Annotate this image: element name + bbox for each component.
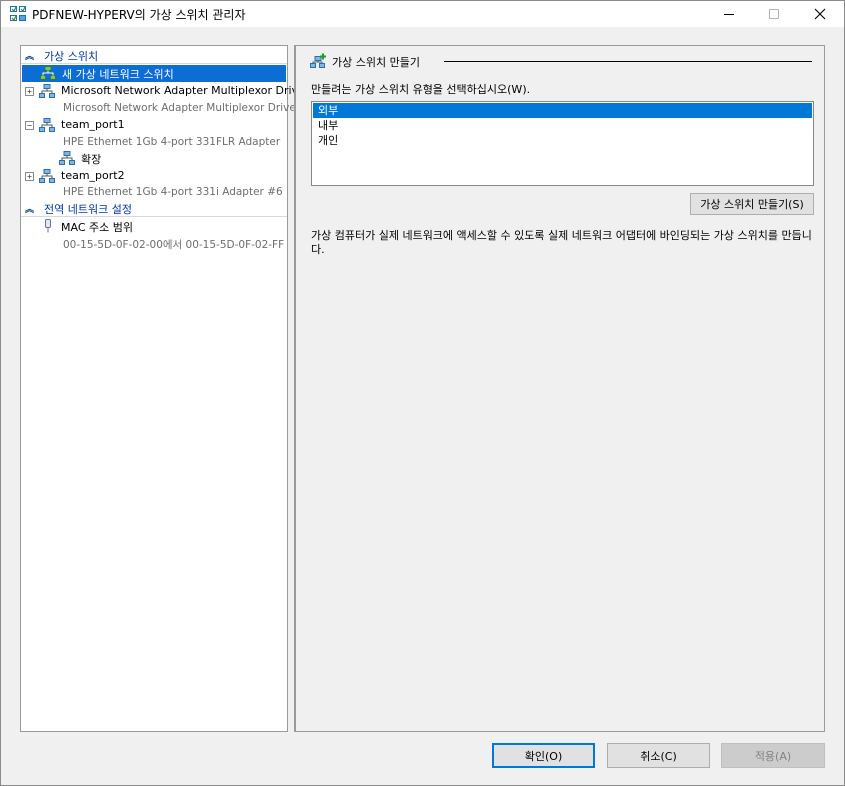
tree-item-switch[interactable]: − team_port1 [21, 117, 287, 134]
cancel-button[interactable]: 취소(C) [607, 743, 710, 768]
group-title: 가상 스위치 만들기 [332, 56, 420, 69]
switch-type-option-external[interactable]: 외부 [313, 103, 812, 118]
maximize-icon [769, 9, 779, 19]
section-divider [21, 63, 287, 64]
maximize-button[interactable] [751, 1, 797, 27]
switch-type-listbox[interactable]: 외부 내부 개인 [311, 101, 814, 186]
tree-item-label: 새 가상 네트워크 스위치 [62, 68, 174, 81]
switch-name: team_port2 [61, 169, 125, 182]
details-panel: 가상 스위치 만들기 만들려는 가상 스위치 유형을 선택하십시오(W). 외부… [294, 45, 825, 732]
tree-item-adapter: HPE Ethernet 1Gb 4-port 331FLR Adapter [21, 134, 287, 151]
close-icon [814, 8, 826, 20]
adapter-name: HPE Ethernet 1Gb 4-port 331i Adapter #6 [63, 186, 283, 198]
switch-type-option-private[interactable]: 개인 [313, 133, 812, 148]
title-bar: PDFNEW-HYPERV의 가상 스위치 관리자 [1, 1, 844, 27]
section-header-label: 가상 스위치 [44, 50, 99, 63]
switch-name: Microsoft Network Adapter Multiplexor Dr… [61, 84, 310, 97]
section-header-label: 전역 네트워크 설정 [44, 203, 132, 216]
tree-item-adapter: HPE Ethernet 1Gb 4-port 331i Adapter #6 [21, 184, 287, 201]
section-header-global-network-settings[interactable]: ︽ 전역 네트워크 설정 [21, 200, 287, 217]
tree-item-switch[interactable]: + team_port2 [21, 168, 287, 185]
switch-type-option-internal[interactable]: 내부 [313, 118, 812, 133]
ok-button[interactable]: 확인(O) [492, 743, 595, 768]
expand-icon[interactable]: + [25, 172, 34, 181]
mac-range-value: 00-15-5D-0F-02-00에서 00-15-5D-0F-02-FF [63, 239, 285, 251]
window-title: PDFNEW-HYPERV의 가상 스위치 관리자 [32, 8, 246, 22]
group-divider [444, 61, 812, 62]
minimize-button[interactable] [706, 1, 752, 27]
switch-manager-icon [10, 6, 26, 21]
collapse-section-icon[interactable]: ︽ [25, 49, 34, 62]
collapse-icon[interactable]: − [25, 121, 34, 130]
add-switch-icon [310, 53, 326, 68]
create-virtual-switch-button[interactable]: 가상 스위치 만들기(S) [690, 193, 814, 215]
network-switch-icon [39, 84, 55, 98]
tree-item-mac-range[interactable]: MAC 주소 범위 [21, 218, 287, 235]
apply-button[interactable]: 적용(A) [721, 743, 825, 768]
section-divider [21, 216, 287, 217]
settings-tree[interactable]: ︽ 가상 스위치 새 가상 네트워크 스위치 + Microsoft Netwo… [20, 45, 309, 732]
network-switch-icon [39, 169, 55, 183]
mac-range-label: MAC 주소 범위 [61, 221, 133, 234]
tree-item-mac-range-value: 00-15-5D-0F-02-00에서 00-15-5D-0F-02-FF [21, 235, 287, 252]
create-switch-group-header: 가상 스위치 만들기 [310, 52, 812, 70]
switch-type-description: 가상 컴퓨터가 실제 네트워크에 액세스할 수 있도록 실제 네트워크 어댑터에… [311, 229, 812, 256]
minimize-icon [724, 14, 734, 15]
network-switch-icon [39, 118, 55, 132]
mac-address-icon [45, 219, 51, 233]
switch-name: team_port1 [61, 118, 125, 131]
tree-item-switch[interactable]: + Microsoft Network Adapter Multiplexor … [21, 83, 309, 100]
expand-icon[interactable]: + [25, 87, 34, 96]
collapse-section-icon[interactable]: ︽ [25, 202, 34, 215]
extensions-label: 확장 [81, 153, 102, 166]
tree-item-new-virtual-switch[interactable]: 새 가상 네트워크 스위치 [22, 65, 286, 82]
network-switch-icon [59, 151, 75, 165]
adapter-name: HPE Ethernet 1Gb 4-port 331FLR Adapter [63, 136, 281, 148]
virtual-switch-manager-window: PDFNEW-HYPERV의 가상 스위치 관리자 ︽ 가상 스위치 새 가상 … [0, 0, 845, 786]
adapter-name: Microsoft Network Adapter Multiplexor Dr… [63, 102, 301, 114]
switch-type-prompt: 만들려는 가상 스위치 유형을 선택하십시오(W). [311, 83, 531, 96]
network-switch-icon [40, 66, 56, 80]
tree-item-extensions[interactable]: 확장 [21, 150, 287, 167]
tree-item-adapter: Microsoft Network Adapter Multiplexor Dr… [21, 100, 300, 117]
close-button[interactable] [797, 1, 843, 27]
section-header-virtual-switches[interactable]: ︽ 가상 스위치 [21, 47, 287, 64]
